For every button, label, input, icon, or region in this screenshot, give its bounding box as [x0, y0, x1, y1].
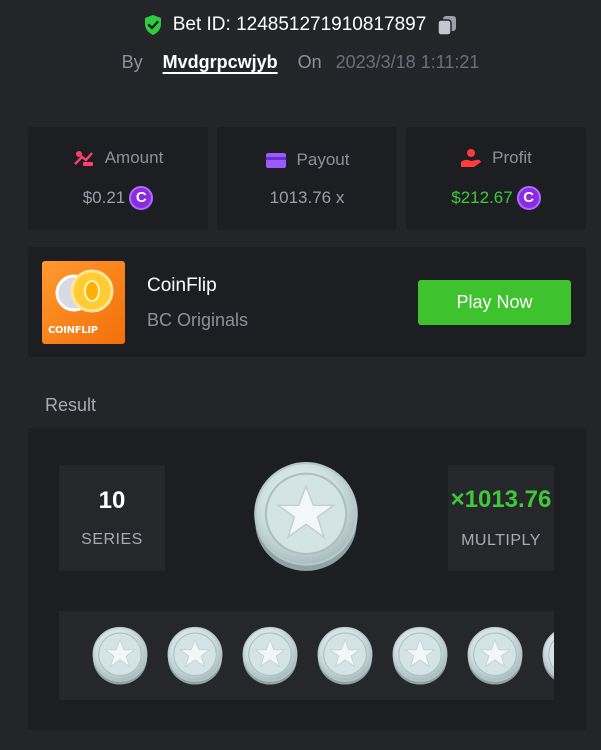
username-link[interactable]: Mvdgrpcwjyb — [163, 52, 278, 73]
play-now-button[interactable]: Play Now — [418, 280, 571, 325]
result-coin-icon — [253, 461, 359, 573]
amount-label: Amount — [104, 147, 164, 167]
history-coin-icon — [317, 626, 373, 686]
game-name: CoinFlip — [147, 275, 217, 296]
currency-coin-icon: C — [516, 185, 541, 210]
profit-stat: Profit $212.67 C — [406, 127, 586, 230]
series-value: 10 — [98, 487, 126, 514]
game-provider: BC Originals — [147, 310, 249, 330]
bet-datetime: 2023/3/18 1:11:21 — [335, 52, 480, 72]
money-bag-icon — [73, 150, 93, 166]
amount-stat: Amount $0.21 C — [28, 127, 208, 230]
coin-history-strip[interactable] — [59, 611, 554, 700]
bet-stats: Amount $0.21 C Payout 1013.76 x Profit $… — [28, 127, 586, 230]
series-label: SERIES — [81, 531, 143, 548]
series-box: 10 SERIES — [59, 465, 165, 571]
game-card: COINFLIP CoinFlip BC Originals Play Now — [28, 247, 586, 357]
coinflip-thumbnail[interactable]: COINFLIP — [42, 261, 125, 344]
history-coin-icon — [167, 626, 223, 686]
copy-icon[interactable] — [436, 14, 458, 36]
amount-value: $0.21 — [82, 187, 126, 207]
payout-stat: Payout 1013.76 x — [217, 127, 397, 230]
bet-detail-page: Bet ID: 124851271910817897 By Mvdgrpcwjy… — [0, 0, 601, 750]
on-label: On — [297, 52, 322, 72]
currency-coin-icon: C — [129, 185, 154, 210]
profit-value: $212.67 — [451, 187, 513, 207]
payout-value: 1013.76 x — [269, 187, 345, 207]
bet-meta-row: By Mvdgrpcwjyb On 2023/3/18 1:11:21 — [0, 52, 601, 73]
hand-coin-icon — [461, 148, 482, 167]
result-panel: 10 SERIES ×1013.76 MULTIPLY — [28, 428, 586, 730]
bet-id-text: Bet ID: 124851271910817897 — [172, 14, 427, 35]
verified-shield-icon — [144, 15, 161, 35]
by-label: By — [121, 52, 143, 72]
multiply-value: ×1013.76 — [450, 486, 552, 513]
result-heading: Result — [45, 395, 97, 415]
history-coin-icon — [92, 626, 148, 686]
bet-id-row: Bet ID: 124851271910817897 — [0, 14, 601, 36]
history-coin-icon — [542, 626, 554, 686]
payout-label: Payout — [296, 149, 350, 169]
profit-label: Profit — [492, 147, 532, 167]
thumbnail-label: COINFLIP — [48, 325, 98, 336]
multiply-label: MULTIPLY — [461, 532, 541, 549]
history-coin-icon — [467, 626, 523, 686]
history-coin-icon — [242, 626, 298, 686]
multiply-box: ×1013.76 MULTIPLY — [448, 465, 554, 571]
wallet-icon — [265, 152, 286, 168]
history-coin-icon — [392, 626, 448, 686]
